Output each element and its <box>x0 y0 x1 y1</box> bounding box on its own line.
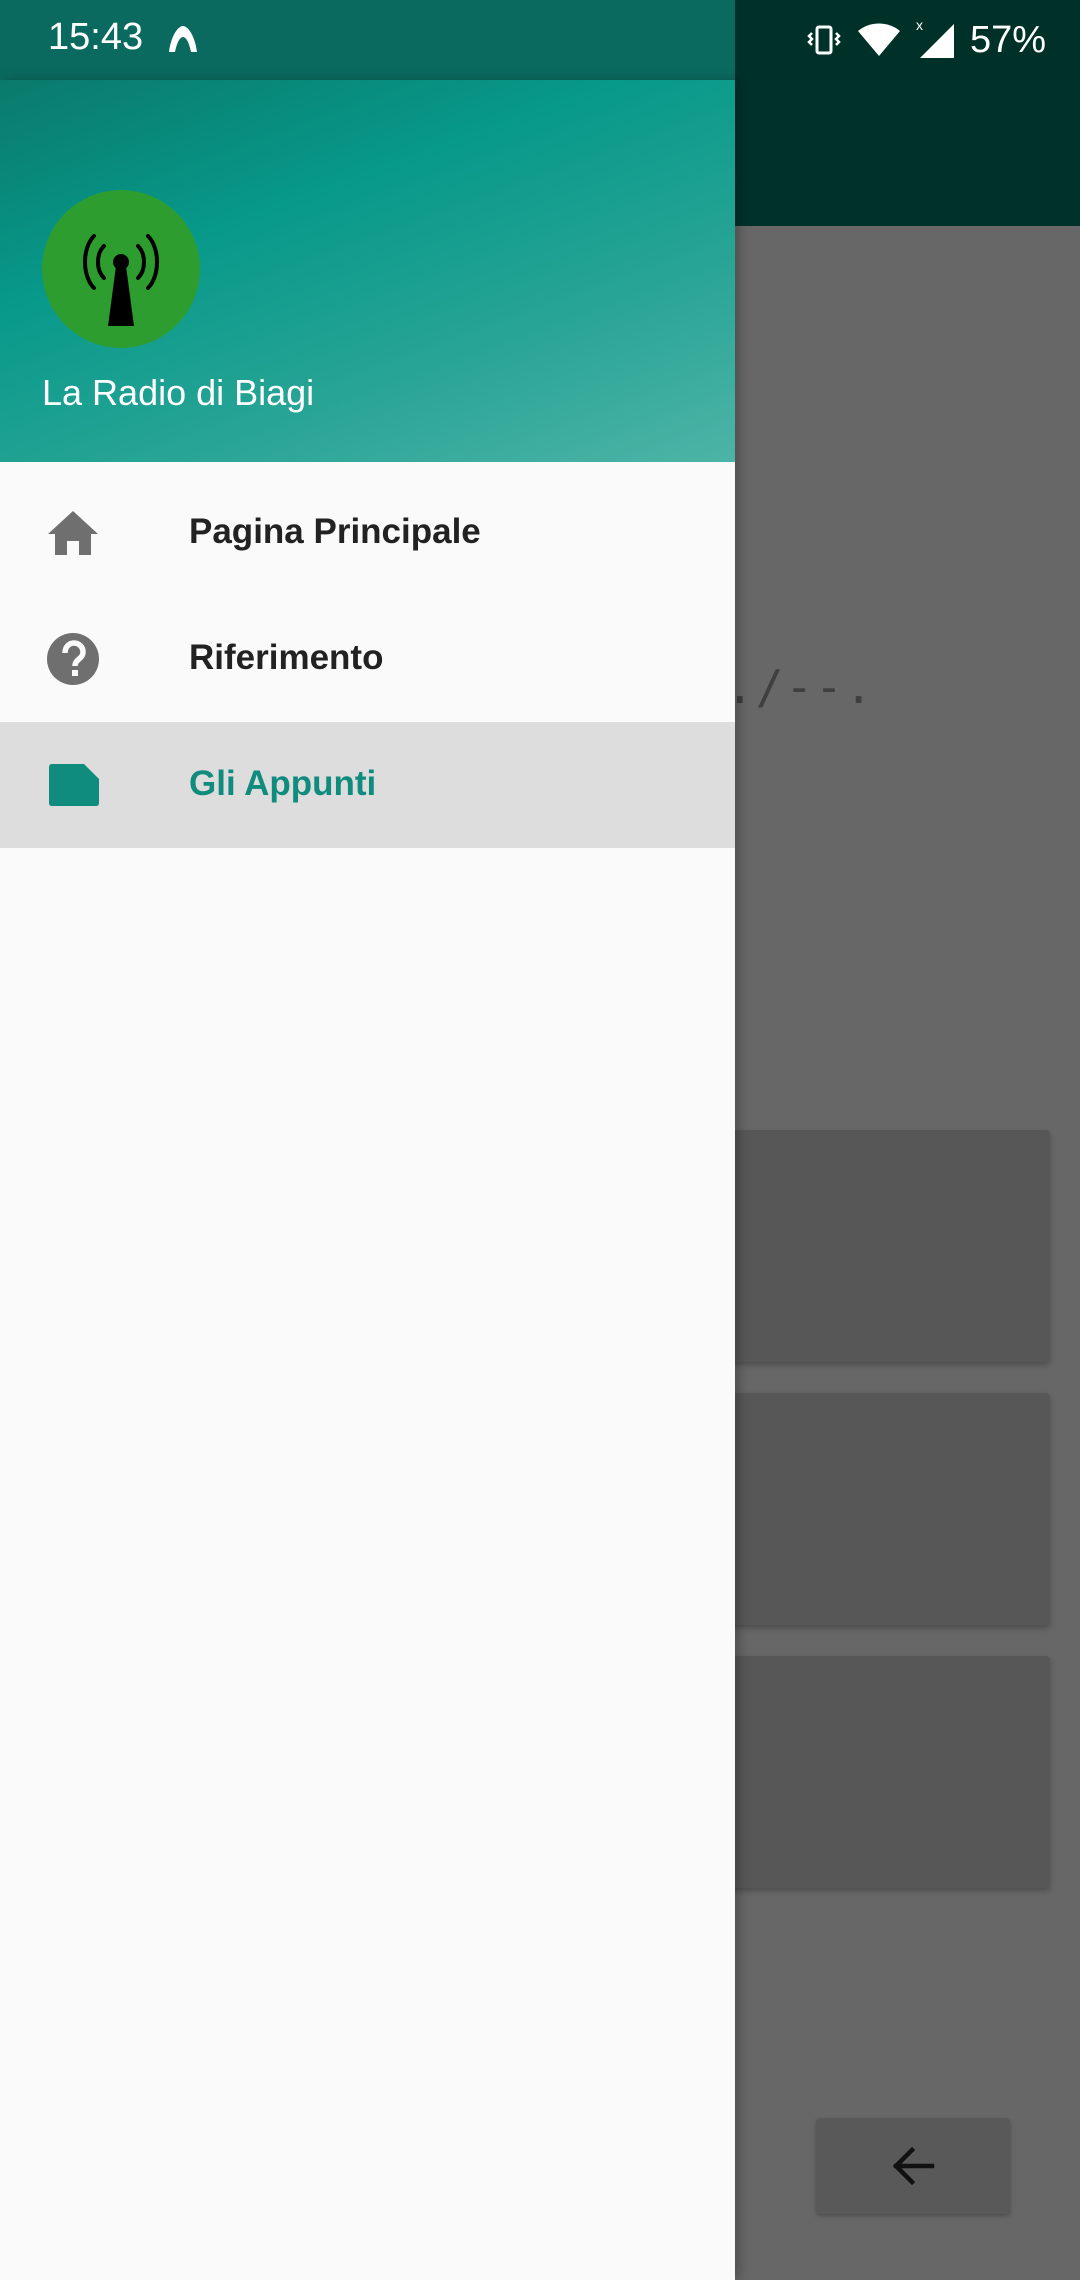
battery-percent: 57% <box>969 18 1046 61</box>
home-icon <box>44 505 102 561</box>
drawer-app-name: La Radio di Biagi <box>42 372 315 413</box>
drawer-item-gli-appunti[interactable]: Gli Appunti <box>0 722 735 848</box>
background-card <box>700 1393 1050 1625</box>
cell-signal-icon: x <box>916 20 954 58</box>
drawer-item-label: Gli Appunti <box>189 764 377 803</box>
drawer-menu: Pagina Principale Riferimento Gli Appunt… <box>0 462 735 848</box>
status-time: 15:43 <box>48 16 144 58</box>
wifi-icon <box>857 23 900 56</box>
status-icons: x 57% <box>806 14 1046 66</box>
background-card <box>700 1656 1050 1888</box>
drawer-item-label: Riferimento <box>189 638 384 677</box>
background-morse-text: ./--. <box>726 660 875 714</box>
mountain-notification-icon <box>169 26 197 52</box>
navigation-drawer: La Radio di Biagi Pagina Principale Rife… <box>0 80 735 2280</box>
status-bar: 15:43 x 57% <box>0 0 1080 80</box>
note-icon <box>44 757 102 813</box>
background-back-button <box>816 2118 1010 2214</box>
drawer-item-riferimento[interactable]: Riferimento <box>0 596 735 722</box>
arrow-left-icon <box>892 2146 935 2186</box>
app-logo <box>42 190 200 348</box>
drawer-header: La Radio di Biagi <box>0 80 735 462</box>
help-icon <box>44 631 102 687</box>
drawer-item-label: Pagina Principale <box>189 512 481 551</box>
drawer-item-pagina-principale[interactable]: Pagina Principale <box>0 470 735 596</box>
svg-text:x: x <box>916 20 923 33</box>
vibrate-icon <box>807 25 841 55</box>
radio-tower-icon <box>83 234 159 326</box>
background-card <box>700 1130 1050 1362</box>
